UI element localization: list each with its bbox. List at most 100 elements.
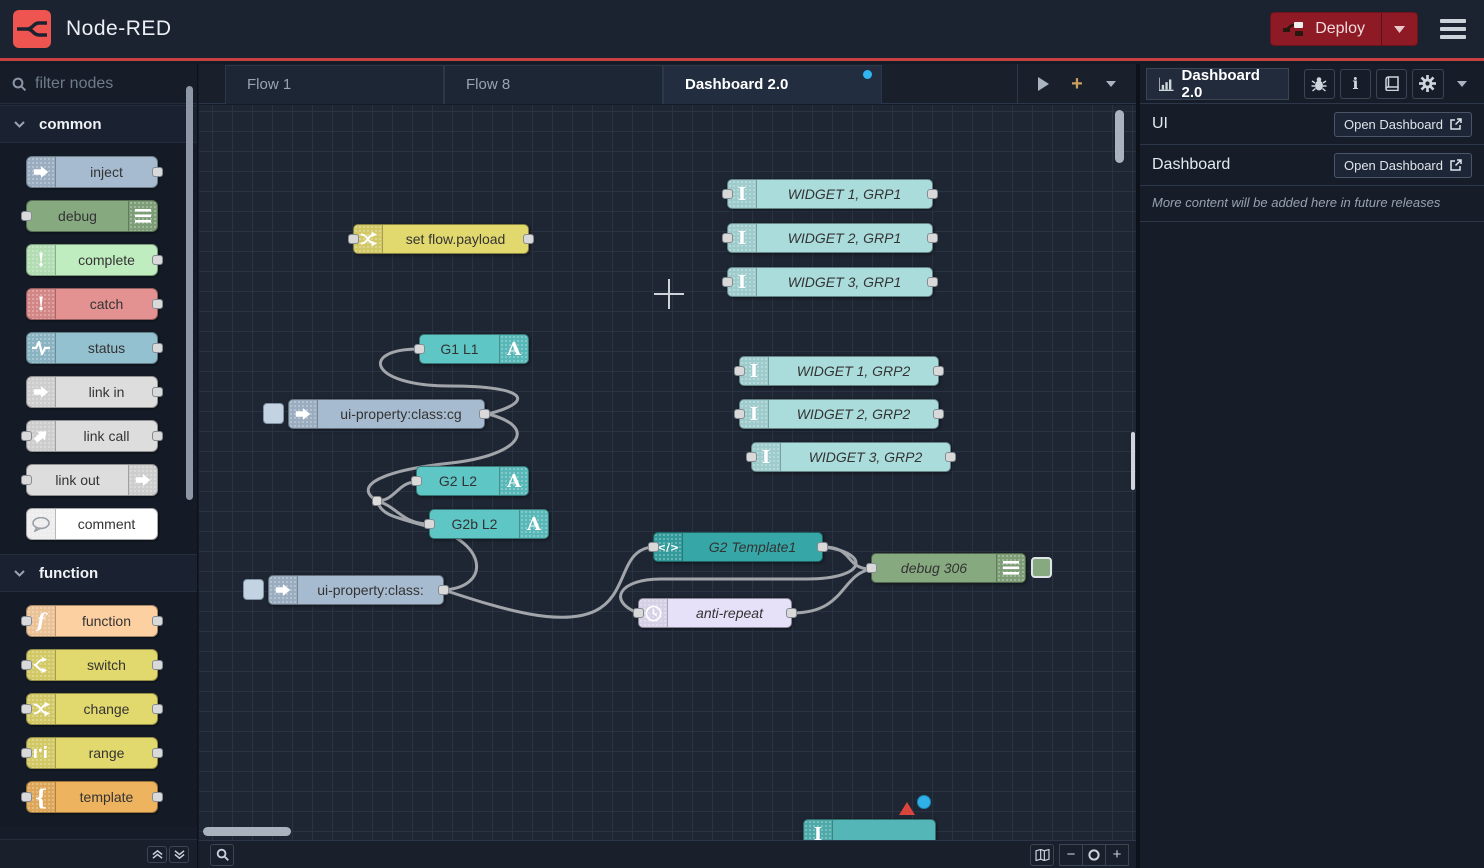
node-g2-l2[interactable]: G2 L2A xyxy=(416,466,529,496)
debug-toggle-button[interactable] xyxy=(1031,557,1052,578)
sidebar-tab-help[interactable] xyxy=(1376,69,1407,99)
wire-node-anti-repeat-to-node-debug-306[interactable] xyxy=(792,569,871,613)
sidebar-tab-debug[interactable] xyxy=(1304,69,1335,99)
palette-node-link-out[interactable]: link out xyxy=(26,464,158,496)
output-port[interactable] xyxy=(817,542,828,552)
node-g2-template1[interactable]: </>G2 Template1 xyxy=(653,532,823,562)
output-port[interactable] xyxy=(152,616,163,626)
palette-node-debug[interactable]: debug xyxy=(26,200,158,232)
sidebar-tab-dashboard[interactable]: Dashboard 2.0 xyxy=(1146,68,1289,100)
palette-node-switch[interactable]: switch xyxy=(26,649,158,681)
canvas-vertical-scrollbar[interactable] xyxy=(1115,110,1124,163)
zoom-in-button[interactable]: + xyxy=(1105,844,1129,866)
node-g1-l1[interactable]: G1 L1A xyxy=(419,334,529,364)
inject-button[interactable] xyxy=(263,403,284,424)
input-port[interactable] xyxy=(866,563,877,573)
input-port[interactable] xyxy=(21,704,32,714)
navigator-button[interactable] xyxy=(1030,844,1054,866)
sidebar-tab-config[interactable] xyxy=(1412,69,1443,99)
input-port[interactable] xyxy=(746,452,757,462)
wire-junction[interactable] xyxy=(372,496,382,506)
palette-node-catch[interactable]: !catch xyxy=(26,288,158,320)
output-port[interactable] xyxy=(152,431,163,441)
wire-junction-to-node-g2-l2[interactable] xyxy=(377,482,416,501)
output-port[interactable] xyxy=(927,233,938,243)
node-debug-306[interactable]: debug 306 xyxy=(871,553,1026,583)
node-widget-1-grp1[interactable]: IWIDGET 1, GRP1 xyxy=(727,179,933,209)
input-port[interactable] xyxy=(648,542,659,552)
zoom-reset-button[interactable] xyxy=(1082,844,1106,866)
node-widget-2-grp2[interactable]: IWIDGET 2, GRP2 xyxy=(739,399,939,429)
palette-node-function[interactable]: ffunction xyxy=(26,605,158,637)
sidebar-splitter-handle[interactable] xyxy=(1131,432,1135,490)
palette-node-link-in[interactable]: link in xyxy=(26,376,158,408)
tab-flow-1[interactable]: Flow 1 xyxy=(225,65,444,104)
palette-node-complete[interactable]: !complete xyxy=(26,244,158,276)
node-set-flow-payload[interactable]: set flow.payload xyxy=(353,224,529,254)
output-port[interactable] xyxy=(152,660,163,670)
tab-flow-8[interactable]: Flow 8 xyxy=(444,65,663,104)
tab-scroll-right-button[interactable] xyxy=(1028,70,1058,98)
palette-scrollbar[interactable] xyxy=(186,86,193,500)
tab-dashboard-2-0[interactable]: Dashboard 2.0 xyxy=(663,65,882,104)
output-port[interactable] xyxy=(152,343,163,353)
palette-category-common[interactable]: common xyxy=(0,105,197,143)
flow-list-button[interactable] xyxy=(1096,70,1126,98)
menu-icon[interactable] xyxy=(1440,15,1466,43)
palette-node-link-call[interactable]: link call xyxy=(26,420,158,452)
output-port[interactable] xyxy=(152,792,163,802)
add-flow-button[interactable]: + xyxy=(1062,70,1092,98)
output-port[interactable] xyxy=(927,277,938,287)
collapse-down-icon[interactable] xyxy=(169,846,189,863)
palette-filter[interactable]: filter nodes xyxy=(0,64,197,104)
input-port[interactable] xyxy=(722,233,733,243)
input-port[interactable] xyxy=(722,277,733,287)
output-port[interactable] xyxy=(438,585,449,595)
sidebar-collapse-button[interactable] xyxy=(1449,70,1476,98)
canvas-horizontal-scrollbar[interactable] xyxy=(203,827,291,836)
input-port[interactable] xyxy=(21,792,32,802)
node-anti-repeat[interactable]: anti-repeat xyxy=(638,598,792,628)
open-dashboard-button-ui[interactable]: Open Dashboard xyxy=(1334,112,1472,137)
node-partial-bottom[interactable]: I xyxy=(803,819,936,840)
collapse-up-icon[interactable] xyxy=(147,846,167,863)
input-port[interactable] xyxy=(633,608,644,618)
zoom-out-button[interactable]: − xyxy=(1059,844,1083,866)
sidebar-tab-info[interactable]: i xyxy=(1340,69,1371,99)
output-port[interactable] xyxy=(523,234,534,244)
deploy-options-button[interactable] xyxy=(1381,13,1417,45)
node-widget-1-grp2[interactable]: IWIDGET 1, GRP2 xyxy=(739,356,939,386)
wire-node-g2-template1-to-node-debug-306[interactable] xyxy=(824,547,871,569)
inject-button[interactable] xyxy=(243,579,264,600)
input-port[interactable] xyxy=(411,476,422,486)
input-port[interactable] xyxy=(722,189,733,199)
palette-node-template[interactable]: {template xyxy=(26,781,158,813)
canvas[interactable]: set flow.payload IWIDGET 1, GRP1 IWIDGET 2… xyxy=(199,105,1136,840)
palette-category-function[interactable]: function xyxy=(0,554,197,592)
output-port[interactable] xyxy=(152,704,163,714)
deploy-button[interactable]: Deploy xyxy=(1270,12,1418,46)
input-port[interactable] xyxy=(21,475,32,485)
node-widget-3-grp1[interactable]: IWIDGET 3, GRP1 xyxy=(727,267,933,297)
output-port[interactable] xyxy=(933,366,944,376)
input-port[interactable] xyxy=(21,748,32,758)
input-port[interactable] xyxy=(414,344,425,354)
node-ui-property-class-cg[interactable]: ui-property:class:cg xyxy=(288,399,485,429)
output-port[interactable] xyxy=(933,409,944,419)
output-port[interactable] xyxy=(945,452,956,462)
output-port[interactable] xyxy=(152,255,163,265)
palette-node-comment[interactable]: comment xyxy=(26,508,158,540)
palette-node-range[interactable]: range xyxy=(26,737,158,769)
input-port[interactable] xyxy=(734,366,745,376)
input-port[interactable] xyxy=(21,660,32,670)
input-port[interactable] xyxy=(424,519,435,529)
input-port[interactable] xyxy=(21,616,32,626)
output-port[interactable] xyxy=(927,189,938,199)
input-port[interactable] xyxy=(21,211,32,221)
search-flows-button[interactable] xyxy=(210,844,234,866)
palette-node-inject[interactable]: inject xyxy=(26,156,158,188)
palette-node-change[interactable]: change xyxy=(26,693,158,725)
open-dashboard-button-dashboard[interactable]: Open Dashboard xyxy=(1334,153,1472,178)
output-port[interactable] xyxy=(152,167,163,177)
node-g2b-l2[interactable]: G2b L2A xyxy=(429,509,549,539)
